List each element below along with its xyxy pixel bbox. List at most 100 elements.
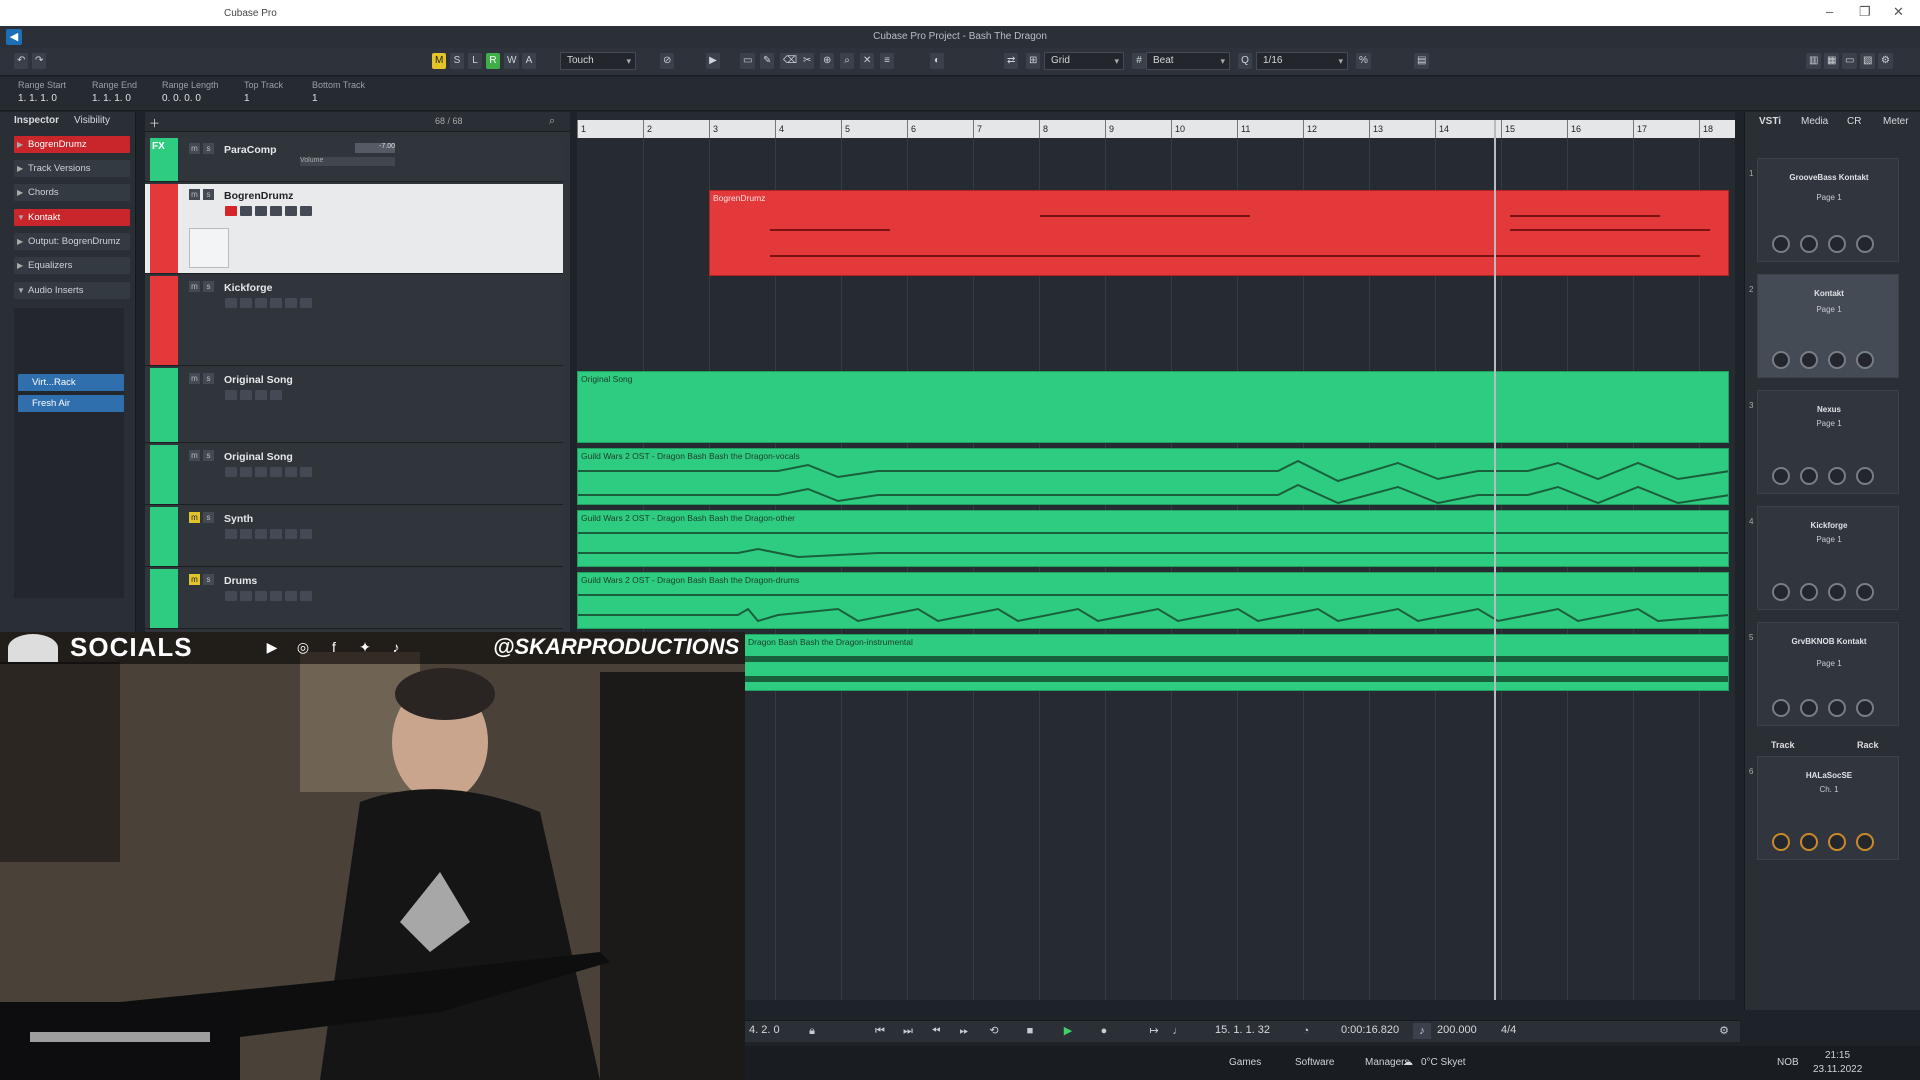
solo-button[interactable]: s <box>203 574 214 585</box>
track-name[interactable]: Original Song <box>224 451 293 463</box>
metronome-icon[interactable]: ♩ <box>1169 1023 1187 1039</box>
erase-tool-icon[interactable]: ⌫ <box>780 53 801 69</box>
add-track-icon[interactable]: ＋ <box>149 115 160 131</box>
mute-button[interactable]: m <box>189 189 200 200</box>
audio-event-other[interactable]: Guild Wars 2 OST - Dragon Bash Bash the … <box>577 510 1729 567</box>
auto-scroll-icon[interactable]: ⇄ <box>1004 53 1019 69</box>
snap-on-icon[interactable]: ⊞ <box>1026 53 1041 69</box>
track-controls[interactable] <box>225 298 365 309</box>
ruler[interactable]: 1 2 3 4 5 6 7 8 9 10 11 12 13 14 15 16 1… <box>577 120 1735 138</box>
range-end[interactable]: Range End 1. 1. 1. 0 <box>92 80 137 104</box>
undo-icon[interactable]: ↶ <box>14 53 29 69</box>
mute-button[interactable]: m <box>189 143 200 154</box>
clock-time[interactable]: 21:15 <box>1825 1050 1850 1061</box>
cycle-icon[interactable]: ⟲ <box>985 1023 1003 1039</box>
track-row[interactable]: ms Original Song <box>145 368 563 443</box>
bottom-track[interactable]: Bottom Track 1 <box>312 80 365 104</box>
tab-inspector[interactable]: Inspector <box>14 115 59 126</box>
folder-event[interactable]: Original Song <box>577 371 1729 443</box>
track-name[interactable]: Kickforge <box>224 282 272 294</box>
redo-icon[interactable]: ↷ <box>32 53 47 69</box>
go-to-start-icon[interactable]: ⏮︎ <box>871 1023 889 1039</box>
inspector-track-name[interactable]: ▶ BogrenDrumz <box>14 136 130 153</box>
left-zone-icon[interactable]: ▦ <box>1824 53 1840 69</box>
solo-button[interactable]: s <box>203 281 214 292</box>
taskbar-toolbar-games[interactable]: Games <box>1229 1057 1261 1068</box>
time-format-icon[interactable]: ◔ <box>1297 1023 1315 1039</box>
draw-tool-icon[interactable]: ✎ <box>760 53 775 69</box>
settings-icon[interactable]: ⚙ <box>1715 1023 1733 1039</box>
inspector-track-versions[interactable]: ▶ Track Versions <box>14 160 130 177</box>
weather-text[interactable]: 0°C Skyet <box>1421 1057 1466 1068</box>
left-locator[interactable]: 4. 2. 0 <box>749 1024 780 1036</box>
inspector-chords[interactable]: ▶ Chords <box>14 184 130 201</box>
solo-button[interactable]: s <box>203 512 214 523</box>
track-name[interactable]: Original Song <box>224 374 293 386</box>
inspector-kontakt[interactable]: ▼ Kontakt <box>14 209 130 226</box>
track-row[interactable]: ms Kickforge <box>145 276 563 366</box>
tab-meter[interactable]: Meter <box>1883 116 1909 127</box>
range-length[interactable]: Range Length 0. 0. 0. 0 <box>162 80 219 104</box>
settings-icon[interactable]: ⚙ <box>1878 53 1893 69</box>
play-icon[interactable]: ▶ <box>1059 1023 1077 1039</box>
track-name[interactable]: BogrenDrumz <box>224 190 293 202</box>
punch-icon[interactable]: ↦ <box>1145 1023 1163 1039</box>
mute-button[interactable]: m <box>189 574 200 585</box>
insert-slot-1[interactable]: Virt...Rack <box>18 374 124 391</box>
split-tool-icon[interactable]: ✂ <box>800 53 815 69</box>
tab-cr[interactable]: CR <box>1847 116 1861 127</box>
snap-type-select[interactable]: Grid <box>1044 52 1124 70</box>
right-zone-icon[interactable]: ▥ <box>1806 53 1822 69</box>
top-track[interactable]: Top Track 1 <box>244 80 283 104</box>
solo-mode-button[interactable]: S <box>450 53 464 69</box>
project-window[interactable]: 1 2 3 4 5 6 7 8 9 10 11 12 13 14 15 16 1… <box>577 112 1735 1000</box>
track-row[interactable]: ms Synth <box>145 507 563 567</box>
audio-event-vocals[interactable]: Guild Wars 2 OST - Dragon Bash Bash the … <box>577 448 1729 505</box>
constrain-delay-icon[interactable]: ⊘ <box>660 53 675 69</box>
instrument-slot[interactable]: 3 Nexus Page 1 <box>1749 390 1899 494</box>
track-controls[interactable] <box>225 206 365 217</box>
glue-tool-icon[interactable]: ⊕ <box>820 53 835 69</box>
minimize-icon[interactable]: – <box>1826 4 1833 19</box>
listen-mode-button[interactable]: L <box>468 53 482 69</box>
track-row[interactable]: ms Drums <box>145 569 563 629</box>
track-controls[interactable] <box>225 467 365 478</box>
rack-quick-controls-label[interactable]: Rack <box>1857 740 1879 750</box>
forward-icon[interactable]: ⏩︎ <box>955 1023 973 1039</box>
insert-slot-2[interactable]: Fresh Air <box>18 395 124 412</box>
tempo-track-icon[interactable]: ♪ <box>1413 1023 1431 1039</box>
grid-type-select[interactable]: Beat <box>1146 52 1230 70</box>
clock-date[interactable]: 23.11.2022 <box>1813 1064 1862 1075</box>
mute-tool-icon[interactable]: ✕ <box>860 53 875 69</box>
mute-button[interactable]: m <box>189 373 200 384</box>
lower-zone-icon[interactable]: ▭ <box>1842 53 1858 69</box>
go-to-end-icon[interactable]: ⏭︎ <box>899 1023 917 1039</box>
mixer-zone-icon[interactable]: ▧ <box>1860 53 1876 69</box>
track-controls[interactable] <box>225 529 365 540</box>
project-cursor[interactable] <box>1494 120 1496 1000</box>
instrument-slot[interactable]: 4 Kickforge Page 1 <box>1749 506 1899 610</box>
tab-vsti[interactable]: VSTi <box>1759 116 1781 127</box>
range-start[interactable]: Range Start 1. 1. 1. 0 <box>18 80 66 104</box>
signature-display[interactable]: 4/4 <box>1501 1024 1516 1036</box>
midi-event[interactable]: BogrenDrumz <box>709 190 1729 276</box>
comp-tool-icon[interactable]: ≡ <box>880 53 894 69</box>
read-automation-button[interactable]: R <box>486 53 500 69</box>
inspector-output[interactable]: ▶ Output: BogrenDrumz <box>14 233 130 250</box>
mute-button[interactable]: m <box>189 281 200 292</box>
zoom-tool-icon[interactable]: ⌕ <box>840 53 854 69</box>
solo-button[interactable]: s <box>203 189 214 200</box>
taskbar-toolbar-software[interactable]: Software <box>1295 1057 1334 1068</box>
search-icon[interactable]: ⌕ <box>549 115 555 128</box>
stop-icon[interactable]: ■ <box>1021 1023 1039 1039</box>
object-select-tool-icon[interactable]: ▶ <box>706 53 720 69</box>
track-row[interactable]: ms BogrenDrumz <box>145 184 563 274</box>
quantize-select[interactable]: 1/16 <box>1256 52 1348 70</box>
volume-value[interactable]: -7.00 <box>355 143 395 153</box>
tab-visibility[interactable]: Visibility <box>74 115 110 126</box>
write-automation-button[interactable]: W <box>504 53 520 69</box>
instrument-slot[interactable]: 5 GrvBKNOB Kontakt Page 1 <box>1749 622 1899 726</box>
track-controls[interactable] <box>225 390 365 401</box>
range-tool-icon[interactable]: ▭ <box>740 53 756 69</box>
automation-mode-select[interactable]: Touch <box>560 52 636 70</box>
